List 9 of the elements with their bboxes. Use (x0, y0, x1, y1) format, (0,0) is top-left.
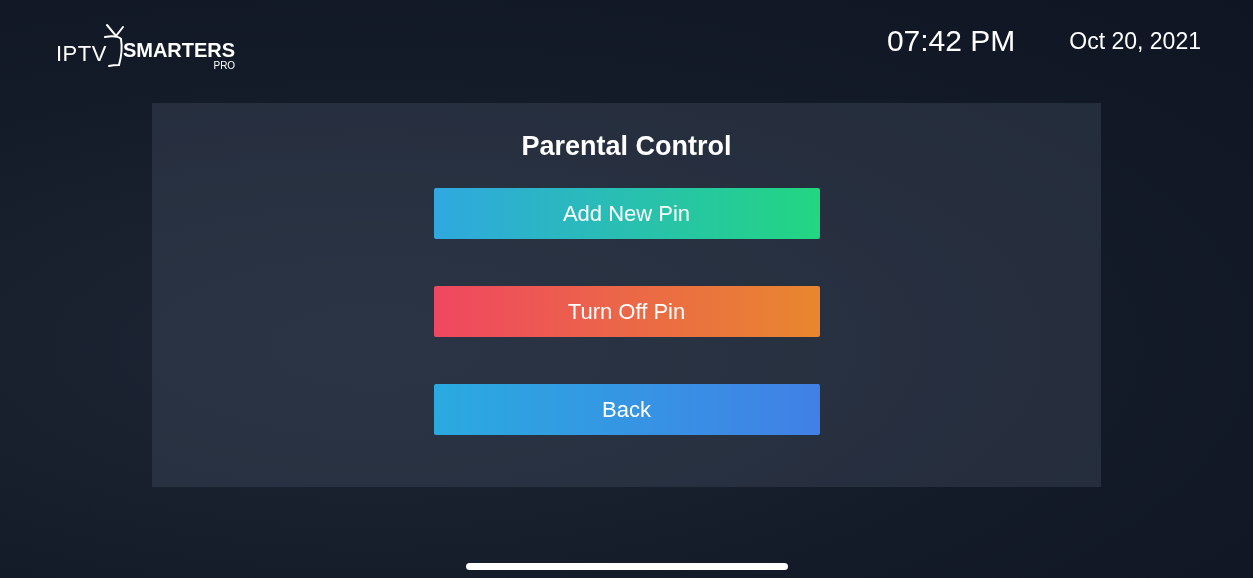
logo-text: IPTV (56, 40, 107, 67)
clock-time: 07:42 PM (886, 24, 1016, 58)
dialog-title: Parental Control (521, 131, 732, 162)
menu-button[interactable]: Add New Pin (433, 188, 820, 239)
logo-text: SMARTERS (122, 40, 236, 60)
menu-button[interactable]: Turn Off Pin (433, 286, 820, 337)
menu-button[interactable]: Back (433, 384, 820, 435)
logo-subtext: PRO (213, 60, 236, 71)
clock-date: Oct 20, 2021 (1069, 27, 1201, 55)
